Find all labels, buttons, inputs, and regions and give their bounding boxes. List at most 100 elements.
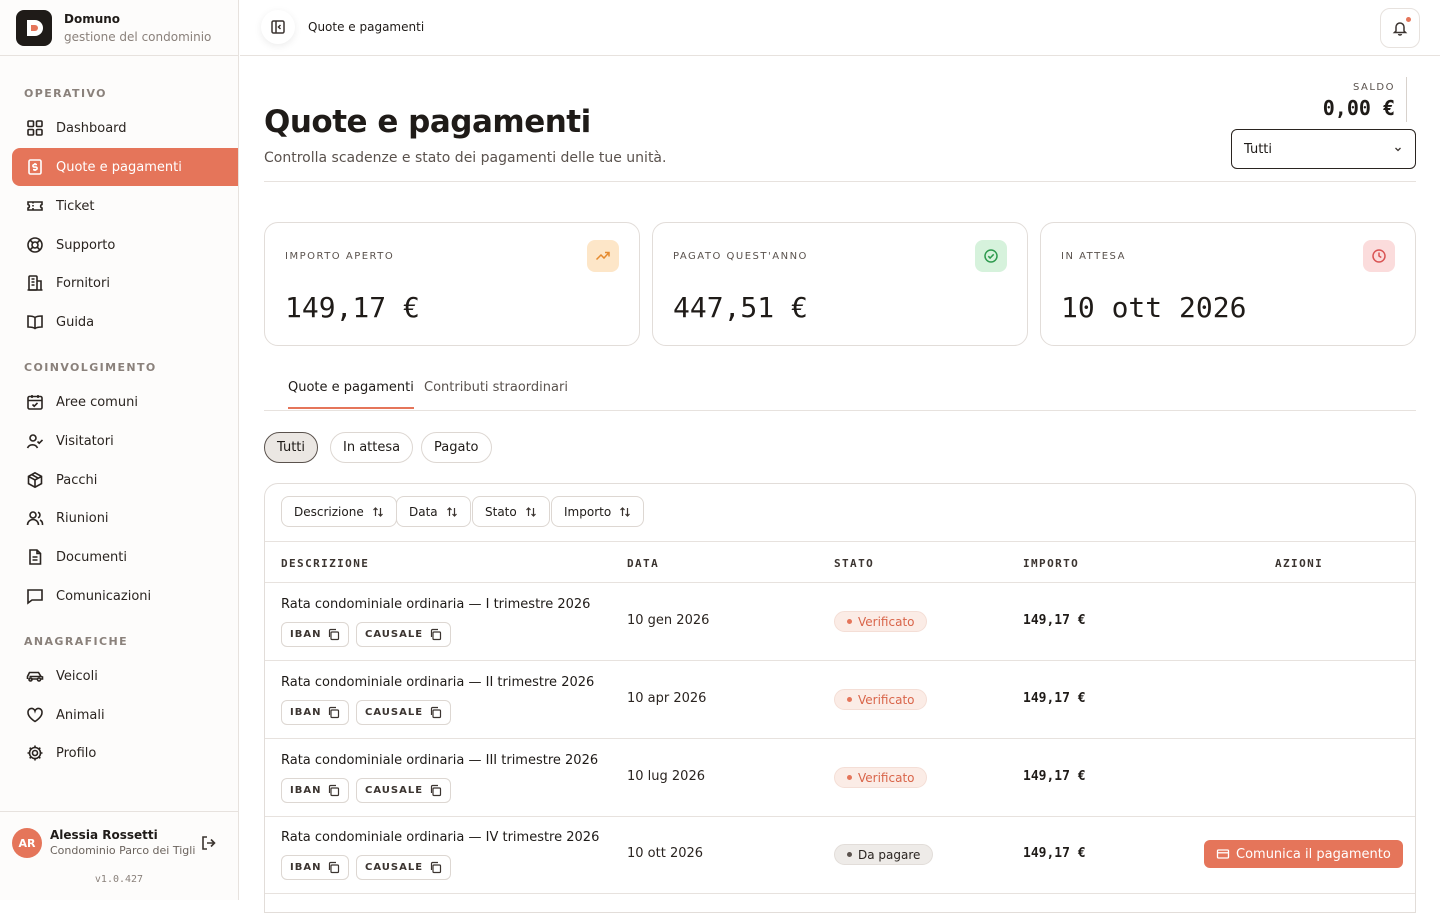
sidebar-item-quote-pagamenti[interactable]: Quote e pagamenti <box>12 148 238 186</box>
sidebar-item-animali[interactable]: Animali <box>12 696 238 734</box>
brand-name: Domuno <box>64 11 121 26</box>
comunica-pagamento-button[interactable]: Comunica il pagamento <box>1204 840 1403 868</box>
copy-causale-button[interactable]: CAUSALE <box>356 622 452 647</box>
sidebar-item-fornitori[interactable]: Fornitori <box>12 264 238 302</box>
page-title: Quote e pagamenti <box>264 104 591 140</box>
check-circle-icon <box>975 240 1007 272</box>
status-text: Da pagare <box>858 847 921 862</box>
th-descrizione: DESCRIZIONE <box>281 557 370 570</box>
card-value: 149,17 € <box>285 291 420 324</box>
copy-causale-label: CAUSALE <box>365 862 424 873</box>
sidebar-item-label: Visitatori <box>56 433 114 449</box>
th-azioni: AZIONI <box>1275 557 1324 570</box>
row-amount: 149,17 € <box>1023 613 1086 628</box>
tab-contributi-straordinari[interactable]: Contributi straordinari <box>424 380 568 407</box>
row-amount: 149,17 € <box>1023 769 1086 784</box>
copy-iban-label: IBAN <box>290 862 322 873</box>
notifications-button[interactable] <box>1380 8 1420 48</box>
copy-iban-button[interactable]: IBAN <box>281 855 350 880</box>
topbar: Quote e pagamenti <box>240 0 1440 56</box>
user-box: AR Alessia Rossetti Condominio Parco dei… <box>0 811 238 900</box>
copy-causale-button[interactable]: CAUSALE <box>356 855 452 880</box>
copy-iban-label: IBAN <box>290 629 322 640</box>
sort-descrizione-button[interactable]: Descrizione <box>281 496 397 527</box>
message-icon <box>25 586 45 606</box>
copy-icon <box>430 861 442 874</box>
copy-iban-button[interactable]: IBAN <box>281 622 350 647</box>
card-label: PAGATO QUEST'ANNO <box>673 251 808 262</box>
copy-iban-button[interactable]: IBAN <box>281 778 350 803</box>
sidebar-item-veicoli[interactable]: Veicoli <box>12 657 238 695</box>
sidebar-toggle-button[interactable] <box>261 10 295 44</box>
sort-label: Importo <box>564 504 612 519</box>
card-pagato-anno: PAGATO QUEST'ANNO 447,51 € <box>652 222 1028 346</box>
sidebar-item-profilo[interactable]: Profilo <box>12 734 238 772</box>
sort-stato-button[interactable]: Stato <box>472 496 550 527</box>
row-amount: 149,17 € <box>1023 691 1086 706</box>
card-value: 447,51 € <box>673 291 808 324</box>
saldo-value: 0,00 € <box>1322 96 1395 120</box>
status-text: Verificato <box>858 770 915 785</box>
header-divider <box>264 181 1416 182</box>
sidebar-item-ticket[interactable]: Ticket <box>12 187 238 225</box>
copy-icon <box>430 706 442 719</box>
sidebar-item-aree-comuni[interactable]: Aree comuni <box>12 383 238 421</box>
brand[interactable]: Domuno gestione del condominio <box>0 0 238 56</box>
sort-importo-button[interactable]: Importo <box>551 496 645 527</box>
copy-iban-label: IBAN <box>290 785 322 796</box>
sidebar-item-label: Guida <box>56 314 95 330</box>
nav-section-anagrafiche: ANAGRAFICHE <box>24 635 129 648</box>
brand-logo <box>16 9 52 46</box>
row-description: Rata condominiale ordinaria — III trimes… <box>281 753 599 768</box>
tab-quote-pagamenti[interactable]: Quote e pagamenti <box>288 380 414 409</box>
nav-section-coinvolgimento: COINVOLGIMENTO <box>24 361 157 374</box>
sort-label: Descrizione <box>294 504 364 519</box>
sidebar-item-label: Quote e pagamenti <box>56 159 182 175</box>
status-badge: Verificato <box>834 611 928 632</box>
sidebar-item-dashboard[interactable]: Dashboard <box>12 109 238 147</box>
table-header: DESCRIZIONE DATA STATO IMPORTO AZIONI <box>265 541 1415 583</box>
sidebar-item-label: Pacchi <box>56 472 98 488</box>
sidebar-item-documenti[interactable]: Documenti <box>12 538 238 576</box>
sort-arrows-icon <box>446 506 457 517</box>
unit-filter-select[interactable]: Tutti <box>1231 129 1416 169</box>
copy-icon <box>430 628 442 641</box>
copy-icon <box>430 784 442 797</box>
copy-icon <box>329 784 340 797</box>
table-row: Rata condominiale ordinaria — II trimest… <box>265 661 1415 739</box>
trending-up-icon <box>587 240 619 272</box>
card-label: IMPORTO APERTO <box>285 251 395 262</box>
card-importo-aperto: IMPORTO APERTO 149,17 € <box>264 222 640 346</box>
card-label: IN ATTESA <box>1061 251 1126 262</box>
sidebar-item-riunioni[interactable]: Riunioni <box>12 499 238 537</box>
copy-causale-button[interactable]: CAUSALE <box>356 778 452 803</box>
sidebar-item-supporto[interactable]: Supporto <box>12 226 238 264</box>
breadcrumb[interactable]: Quote e pagamenti <box>308 20 424 34</box>
row-date: 10 lug 2026 <box>627 769 705 784</box>
copy-icon <box>329 628 340 641</box>
filter-chip-pagato[interactable]: Pagato <box>421 432 492 463</box>
sidebar-item-visitatori[interactable]: Visitatori <box>12 422 238 460</box>
avatar[interactable]: AR <box>12 828 42 858</box>
sort-data-button[interactable]: Data <box>396 496 471 527</box>
copy-iban-button[interactable]: IBAN <box>281 700 350 725</box>
sidebar-item-pacchi[interactable]: Pacchi <box>12 461 238 499</box>
saldo-divider <box>1406 77 1407 122</box>
sidebar-item-label: Dashboard <box>56 120 127 136</box>
dashboard-grid-icon <box>25 118 45 138</box>
copy-causale-label: CAUSALE <box>365 629 424 640</box>
copy-causale-button[interactable]: CAUSALE <box>356 700 452 725</box>
row-amount: 149,17 € <box>1023 846 1086 861</box>
filter-chip-tutti[interactable]: Tutti <box>264 432 319 463</box>
sidebar-item-comunicazioni[interactable]: Comunicazioni <box>12 577 238 615</box>
filter-chip-in-attesa[interactable]: In attesa <box>330 432 414 463</box>
sidebar-item-label: Veicoli <box>56 668 98 684</box>
logout-icon[interactable] <box>200 834 218 852</box>
sidebar-item-guida[interactable]: Guida <box>12 303 238 341</box>
heart-icon <box>25 705 45 725</box>
sidebar-item-label: Fornitori <box>56 275 110 291</box>
sidebar-item-label: Ticket <box>56 198 95 214</box>
gear-icon <box>25 743 45 763</box>
notification-dot <box>1406 17 1411 22</box>
document-icon <box>25 547 45 567</box>
